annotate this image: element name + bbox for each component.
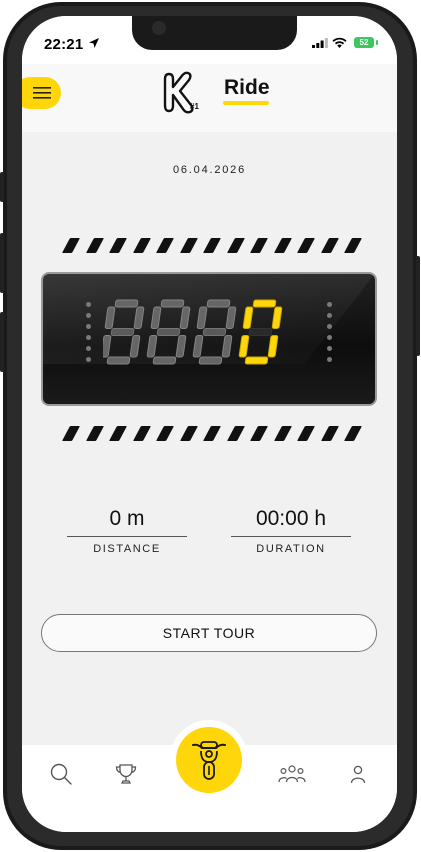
tab-community[interactable] [278, 760, 306, 788]
odometer-digit [192, 299, 237, 365]
side-button-volume-up [0, 233, 4, 293]
community-icon [278, 765, 306, 783]
hazard-stripe [320, 238, 339, 253]
hazard-stripe [273, 426, 292, 441]
hamburger-icon [32, 87, 51, 99]
svg-text:#1: #1 [190, 102, 199, 111]
hazard-stripe [62, 238, 80, 253]
hazard-stripe [156, 426, 174, 441]
side-button-silent [0, 172, 4, 202]
tab-ride[interactable] [176, 727, 242, 793]
odometer-digit [103, 299, 145, 365]
side-button-power [416, 256, 420, 356]
app-logo-icon: #1 [163, 71, 199, 114]
display-dots-left [86, 302, 92, 368]
odometer-display [41, 272, 377, 406]
hazard-stripe [250, 426, 268, 441]
hazard-stripe [273, 238, 292, 253]
profile-icon [350, 765, 366, 784]
distance-value: 0 m [109, 507, 145, 530]
duration-stat: 00:00 h DURATION [229, 506, 353, 555]
motorcycle-icon [192, 741, 226, 780]
trophy-icon [115, 764, 137, 784]
hazard-stripe [179, 238, 198, 253]
battery-tip [376, 40, 378, 45]
odometer-digit [238, 299, 283, 365]
hazard-stripe [109, 238, 127, 253]
tab-trophies[interactable] [112, 760, 140, 788]
app-screen: 22:21 52 #1 Ride 06.04.2026 0 m DISTANCE… [22, 16, 397, 832]
hazard-stripe [297, 426, 315, 441]
hazard-stripe [203, 238, 221, 253]
hazard-stripe [297, 238, 315, 253]
tab-search[interactable] [47, 760, 75, 788]
hazard-stripe [226, 426, 245, 441]
hazard-stripe [132, 238, 151, 253]
front-camera [152, 21, 166, 35]
status-time: 22:21 [44, 36, 84, 53]
hazard-stripes-top [60, 238, 362, 254]
display-dots-right [327, 302, 333, 368]
location-arrow-icon [89, 38, 99, 48]
wifi-icon [332, 37, 347, 48]
hazard-stripe [179, 426, 198, 441]
odometer-digit [146, 299, 191, 365]
hazard-stripes-bottom [60, 426, 362, 442]
duration-divider [231, 536, 351, 537]
hazard-stripe [250, 238, 268, 253]
hazard-stripe [203, 426, 221, 441]
hazard-stripe [109, 426, 127, 441]
tab-profile[interactable] [344, 760, 372, 788]
search-icon [50, 763, 72, 785]
hazard-stripe [85, 238, 104, 253]
hazard-stripe [132, 426, 151, 441]
hazard-stripe [344, 238, 362, 253]
distance-label: DISTANCE [93, 543, 161, 555]
menu-button[interactable] [22, 77, 61, 109]
hazard-stripe [320, 426, 339, 441]
side-button-volume-down [0, 312, 4, 372]
ride-date: 06.04.2026 [172, 164, 247, 176]
page-title: Ride [224, 76, 270, 99]
notch [132, 16, 297, 50]
cellular-signal-icon [312, 38, 328, 48]
hazard-stripe [156, 238, 174, 253]
app-header: #1 Ride [22, 64, 397, 132]
start-tour-button[interactable]: START TOUR [41, 614, 377, 652]
odometer-digits [103, 299, 283, 365]
duration-value: 00:00 h [255, 507, 327, 530]
distance-divider [67, 536, 187, 537]
duration-label: DURATION [256, 543, 326, 555]
hazard-stripe [344, 426, 362, 441]
odometer-screen [43, 274, 375, 404]
battery-icon: 52 [354, 37, 374, 48]
hazard-stripe [226, 238, 245, 253]
hazard-stripe [62, 426, 80, 441]
distance-stat: 0 m DISTANCE [65, 506, 189, 555]
title-underline [223, 101, 269, 105]
hazard-stripe [85, 426, 104, 441]
